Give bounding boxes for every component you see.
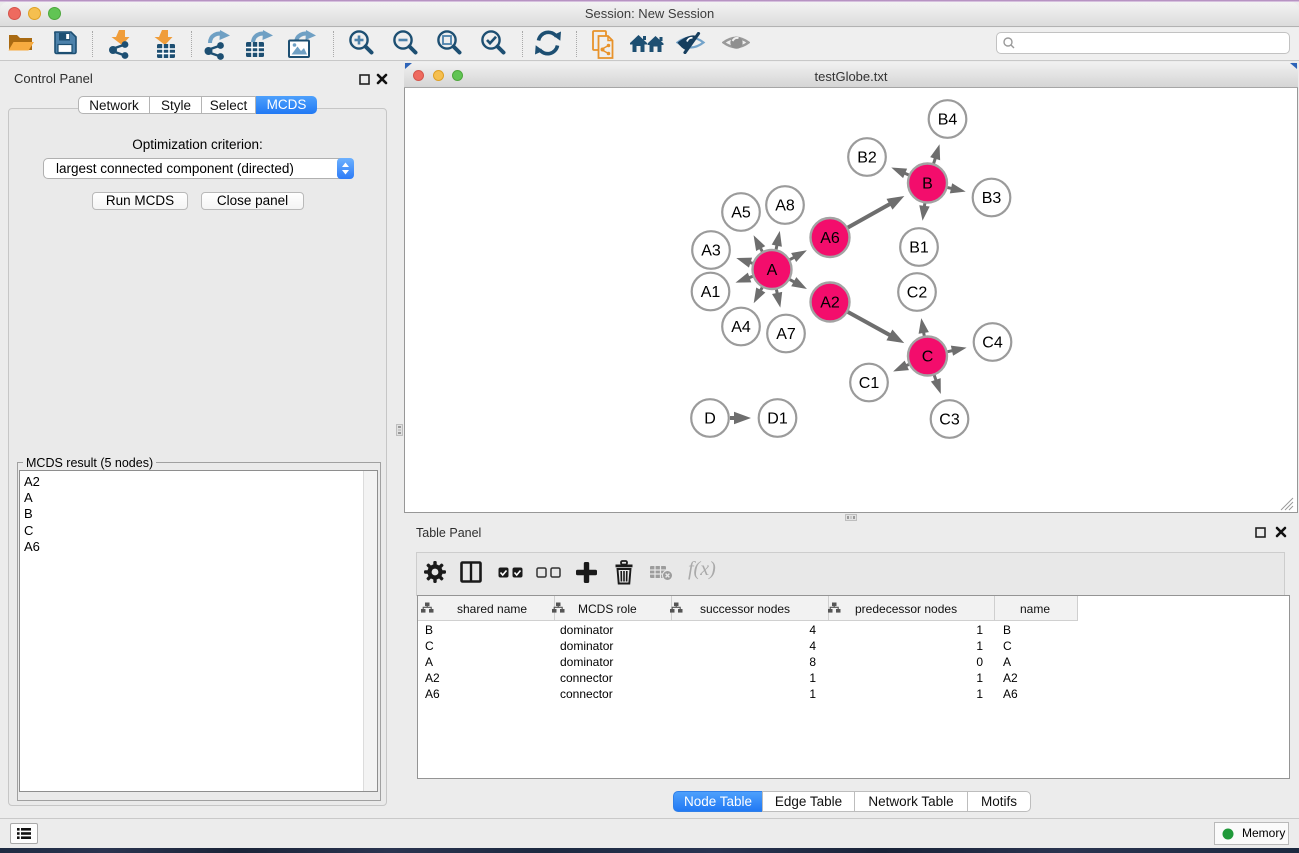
svg-text:A4: A4 (731, 319, 751, 336)
svg-text:B2: B2 (857, 150, 877, 167)
svg-text:A: A (767, 262, 778, 279)
svg-text:A6: A6 (820, 230, 840, 247)
svg-text:A7: A7 (776, 326, 796, 343)
svg-text:B: B (922, 176, 933, 193)
svg-text:C4: C4 (982, 335, 1003, 352)
svg-text:B4: B4 (938, 112, 958, 129)
svg-text:A3: A3 (701, 243, 721, 260)
svg-text:B1: B1 (909, 240, 929, 257)
svg-text:A2: A2 (820, 295, 840, 312)
svg-text:A1: A1 (701, 284, 721, 301)
svg-text:C: C (922, 349, 934, 366)
svg-text:B3: B3 (982, 190, 1002, 207)
svg-text:D1: D1 (767, 411, 788, 428)
svg-text:C1: C1 (859, 375, 880, 392)
svg-text:C3: C3 (939, 412, 960, 429)
svg-text:D: D (704, 411, 716, 428)
svg-text:C2: C2 (907, 285, 928, 302)
svg-text:A5: A5 (731, 205, 751, 222)
svg-text:A8: A8 (775, 198, 795, 215)
